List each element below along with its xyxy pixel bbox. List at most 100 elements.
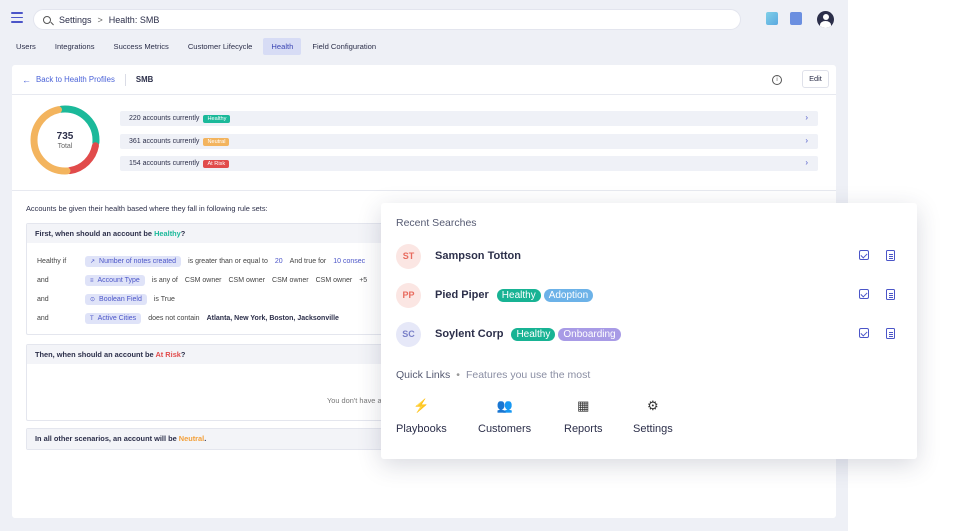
field-chip[interactable]: ≡ Account Type <box>85 275 145 286</box>
quick-link-customers[interactable]: 👥 Customers <box>478 397 531 435</box>
condition-value: Atlanta, New York, Boston, Jacksonville <box>206 315 339 322</box>
tab-users[interactable]: Users <box>8 38 44 55</box>
quick-links-title: Quick Links <box>396 369 451 381</box>
condition-value: CSM owner <box>228 277 266 284</box>
rules-intro-text: Accounts be given their health based whe… <box>26 204 268 213</box>
condition-row: and ≡ Account Type is any of CSM owner CS… <box>37 275 374 286</box>
condition-operator: is True <box>153 296 175 303</box>
panel-header: ← Back to Health Profiles SMB i Edit <box>12 65 836 95</box>
reports-icon: ▦ <box>577 398 590 413</box>
chip-label: Number of notes created <box>99 258 177 265</box>
tab-field-configuration[interactable]: Field Configuration <box>304 38 384 55</box>
result-name: Sampson Totton <box>435 250 521 262</box>
field-chip[interactable]: ↗ Number of notes created <box>85 256 182 267</box>
tab-success-metrics[interactable]: Success Metrics <box>106 38 177 55</box>
checkbox-icon[interactable] <box>859 250 869 260</box>
users-icon: 👥 <box>496 398 513 413</box>
accounts-count-text: 361 accounts currently <box>129 138 200 145</box>
document-icon[interactable] <box>886 250 895 261</box>
quick-link-label: Customers <box>478 423 532 435</box>
donut-total-label: Total <box>57 142 73 150</box>
analytics-icon[interactable] <box>766 12 778 25</box>
separator-dot: • <box>456 369 460 381</box>
condition-value: CSM owner <box>315 277 353 284</box>
tag-adoption: Adoption <box>543 288 594 302</box>
quick-link-playbooks[interactable]: ⚡ Playbooks <box>396 397 447 435</box>
heading-text: In all other scenarios, an account will … <box>35 434 179 443</box>
condition-operator: is greater than or equal to <box>188 258 268 265</box>
recent-search-item[interactable]: PP Pied Piper Healthy Adoption <box>396 282 906 308</box>
avatar-initials: PP <box>396 282 421 308</box>
condition-value: 20 <box>274 258 283 265</box>
accounts-at-risk-row[interactable]: 154 accounts currently At Risk › <box>120 156 818 171</box>
condition-lead: and <box>37 315 49 322</box>
user-avatar[interactable] <box>817 11 834 28</box>
condition-lead: and <box>37 277 49 284</box>
checkbox-icon[interactable] <box>859 328 869 338</box>
tag-healthy: Healthy <box>511 327 556 341</box>
document-icon[interactable] <box>886 289 895 300</box>
settings-tabs: Users Integrations Success Metrics Custo… <box>8 38 387 56</box>
page-title: SMB <box>135 75 154 84</box>
heading-highlight-at-risk: At Risk <box>155 350 181 359</box>
breadcrumb-settings: Settings <box>59 14 92 25</box>
tab-health[interactable]: Health <box>263 38 302 55</box>
condition-lead: Healthy if <box>37 258 67 265</box>
accounts-neutral-row[interactable]: 361 accounts currently Neutral › <box>120 134 818 149</box>
breadcrumb-separator: > <box>97 14 103 25</box>
quick-link-settings[interactable]: ⚙ Settings <box>633 397 673 435</box>
back-to-health-profiles-link[interactable]: ← Back to Health Profiles <box>22 75 115 85</box>
recent-search-item[interactable]: ST Sampson Totton <box>396 243 906 269</box>
heading-text: Then, when should an account be <box>35 350 156 359</box>
donut-center: 735 Total <box>28 103 102 177</box>
condition-more: +5 <box>359 277 368 284</box>
accounts-count-text: 220 accounts currently <box>129 115 200 122</box>
document-icon[interactable] <box>886 328 895 339</box>
field-chip[interactable]: ⊙ Boolean Field <box>85 294 147 305</box>
heading-suffix: . <box>204 434 207 443</box>
toggle-icon: ⊙ <box>90 297 96 303</box>
status-badge-at-risk: At Risk <box>203 159 230 168</box>
condition-row: Healthy if ↗ Number of notes created is g… <box>37 256 372 267</box>
condition-lead: and <box>37 296 49 303</box>
search-input[interactable]: Settings > Health: SMB <box>33 9 741 30</box>
avatar-initials: ST <box>396 243 421 269</box>
top-bar: Settings > Health: SMB <box>0 0 848 38</box>
donut-total-value: 735 <box>56 130 74 142</box>
quick-links-header: Quick Links • Features you use the most <box>396 369 590 381</box>
text-icon: T <box>90 315 94 322</box>
arrow-left-icon: ← <box>22 74 31 85</box>
heading-suffix: ? <box>180 229 186 238</box>
condition-value: CSM owner <box>272 277 309 284</box>
heading-text: First, when should an account be <box>35 229 155 238</box>
quick-link-reports[interactable]: ▦ Reports <box>564 397 603 435</box>
document-icon[interactable] <box>790 12 802 25</box>
result-actions <box>859 250 895 261</box>
gear-icon: ⚙ <box>647 398 659 413</box>
quick-links-subtitle: Features you use the most <box>465 369 591 381</box>
heading-highlight-neutral: Neutral <box>178 434 205 443</box>
condition-operator: does not contain <box>148 315 200 322</box>
result-actions <box>859 289 895 300</box>
chevron-right-icon: › <box>805 158 808 167</box>
heading-suffix: ? <box>180 350 186 359</box>
recent-search-item[interactable]: SC Soylent Corp Healthy Onboarding <box>396 321 906 347</box>
checkbox-icon[interactable] <box>859 289 869 299</box>
header-divider <box>124 73 126 86</box>
field-chip[interactable]: T Active Cities <box>85 313 142 324</box>
quick-link-label: Settings <box>633 423 673 435</box>
accounts-healthy-row[interactable]: 220 accounts currently Healthy › <box>120 111 818 126</box>
recent-searches-title: Recent Searches <box>396 217 477 229</box>
chevron-right-icon: › <box>805 113 808 122</box>
avatar-initials: SC <box>396 321 421 347</box>
chip-label: Boolean Field <box>99 296 142 303</box>
edit-button[interactable]: Edit <box>802 70 829 88</box>
tab-customer-lifecycle[interactable]: Customer Lifecycle <box>180 38 261 55</box>
result-name: Soylent Corp <box>435 328 504 340</box>
chevron-right-icon: › <box>805 136 808 145</box>
section-divider <box>12 190 836 191</box>
menu-icon[interactable] <box>11 12 23 24</box>
tab-integrations[interactable]: Integrations <box>47 38 103 55</box>
info-icon[interactable]: i <box>772 75 782 85</box>
search-dropdown: Recent Searches ST Sampson Totton PP Pie… <box>381 203 917 459</box>
